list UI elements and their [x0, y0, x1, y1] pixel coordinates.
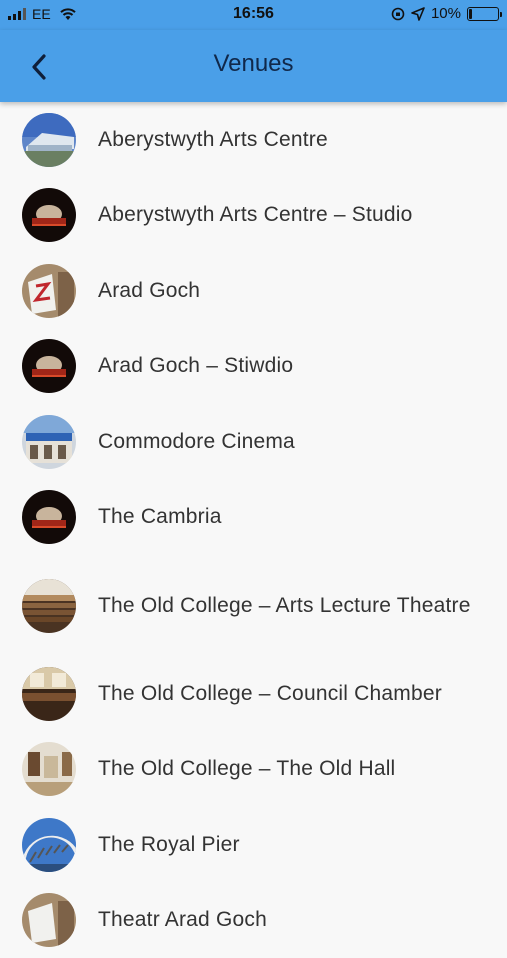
- venue-thumbnail: [22, 893, 76, 947]
- venue-name: Arad Goch: [98, 278, 477, 304]
- venue-name: Aberystwyth Arts Centre: [98, 127, 477, 153]
- venue-list-item[interactable]: Arad Goch – Stiwdio: [0, 329, 507, 405]
- venue-list-item[interactable]: Aberystwyth Arts Centre – Studio: [0, 178, 507, 254]
- venue-thumbnail: [22, 818, 76, 872]
- venue-thumbnail: [22, 667, 76, 721]
- venue-thumbnail: [22, 113, 76, 167]
- venue-list-item[interactable]: The Old College – Council Chamber: [0, 656, 507, 732]
- venue-name: The Old College – Arts Lecture Theatre: [98, 593, 477, 619]
- venue-list-item[interactable]: Arad Goch: [0, 253, 507, 329]
- venue-list-item[interactable]: The Old College – The Old Hall: [0, 732, 507, 808]
- venue-thumbnail: [22, 339, 76, 393]
- status-bar: EE 16:56 10%: [0, 0, 507, 30]
- venue-name: The Old College – Council Chamber: [98, 681, 477, 707]
- venue-name: Aberystwyth Arts Centre – Studio: [98, 202, 477, 228]
- venue-list-item[interactable]: The Old College – Arts Lecture Theatre: [0, 555, 507, 656]
- venue-thumbnail: [22, 742, 76, 796]
- venue-thumbnail: [22, 264, 76, 318]
- venue-name: The Royal Pier: [98, 832, 477, 858]
- battery-icon: [467, 7, 499, 21]
- venue-list-item[interactable]: Aberystwyth Arts Centre: [0, 102, 507, 178]
- app-bar: Venues: [0, 30, 507, 102]
- venue-list-item[interactable]: Commodore Cinema: [0, 404, 507, 480]
- venue-name: Commodore Cinema: [98, 429, 477, 455]
- venue-name: Theatr Arad Goch: [98, 907, 477, 933]
- venue-name: The Cambria: [98, 504, 477, 530]
- venue-name: The Old College – The Old Hall: [98, 756, 477, 782]
- battery-percent: 10%: [431, 5, 461, 22]
- venue-name: Arad Goch – Stiwdio: [98, 353, 477, 379]
- venue-thumbnail: [22, 579, 76, 633]
- venue-thumbnail: [22, 415, 76, 469]
- page-title: Venues: [0, 50, 507, 78]
- venue-list-item[interactable]: The Royal Pier: [0, 807, 507, 883]
- venue-list: Aberystwyth Arts Centre Aberystwyth Arts…: [0, 102, 507, 958]
- status-icons: 10%: [391, 5, 499, 22]
- venue-thumbnail: [22, 490, 76, 544]
- rotation-lock-icon: [391, 7, 405, 21]
- venue-list-item[interactable]: Theatr Arad Goch: [0, 883, 507, 958]
- venue-thumbnail: [22, 188, 76, 242]
- venue-list-item[interactable]: The Cambria: [0, 480, 507, 556]
- location-arrow-icon: [411, 7, 425, 21]
